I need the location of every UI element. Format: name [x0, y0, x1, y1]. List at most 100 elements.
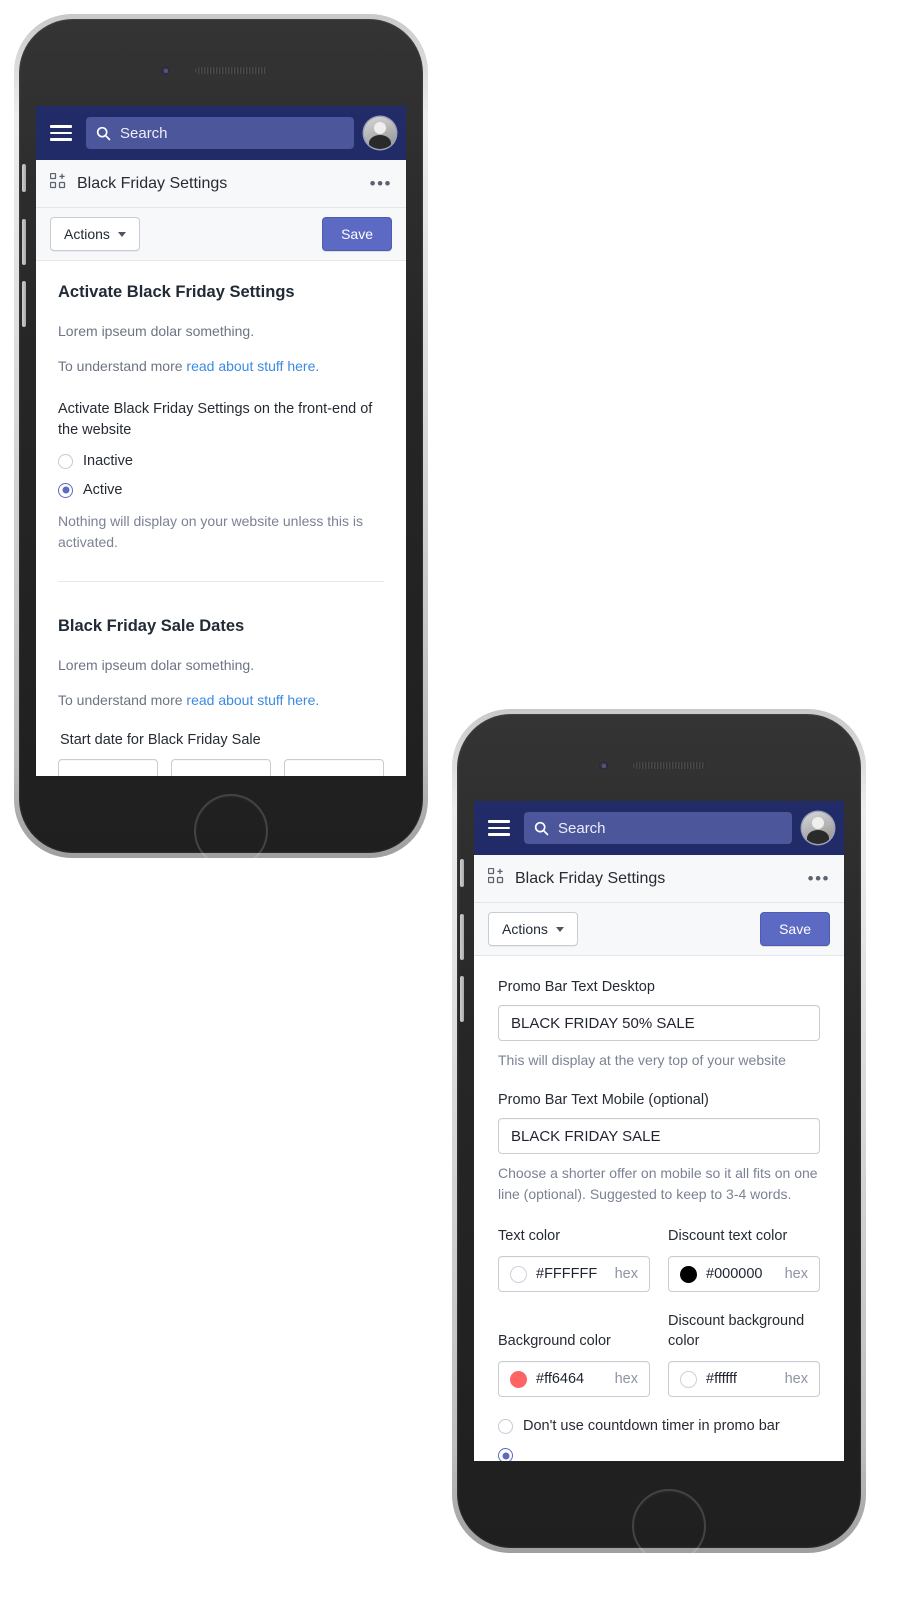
section-activate-black-friday: Activate Black Friday Settings Lorem ips… [58, 283, 384, 582]
avatar[interactable] [364, 117, 396, 149]
date-input-month[interactable] [171, 759, 271, 776]
radio-icon-inactive[interactable] [58, 453, 73, 469]
discount-text-color-label: Discount text color [668, 1228, 788, 1244]
search-input[interactable]: Search [524, 812, 792, 844]
section-understand-line-dates: To understand more read about stuff here… [58, 692, 384, 708]
section-heading: Activate Black Friday Settings [58, 283, 295, 301]
color-swatch-discount-text-color[interactable] [680, 1265, 697, 1283]
phone-one-volume-up-button [22, 219, 26, 265]
promo-desktop-input[interactable]: BLACK FRIDAY 50% SALE [498, 1005, 820, 1041]
promo-mobile-help: Choose a shorter offer on mobile so it a… [498, 1165, 818, 1202]
background-color-hex-suffix: hex [614, 1371, 638, 1387]
field-promo-bar-text-desktop: Promo Bar Text Desktop BLACK FRIDAY 50% … [498, 979, 820, 1070]
discount-text-color-value: #000000 [706, 1266, 763, 1282]
background-color-input[interactable]: #ff6464 hex [498, 1361, 650, 1397]
date-input-day[interactable] [58, 759, 158, 776]
phone-two-home-button[interactable] [632, 1489, 706, 1563]
section-lorem: Lorem ipseum dolar something. [58, 323, 255, 339]
radio-label-active: Active [83, 482, 123, 498]
color-fields-row-one: Text color #FFFFFF hex Discount text col… [498, 1226, 820, 1292]
save-button[interactable]: Save [760, 912, 830, 946]
read-more-link[interactable]: read about stuff here. [186, 358, 319, 374]
promo-mobile-input[interactable]: BLACK FRIDAY SALE [498, 1118, 820, 1154]
color-swatch-text-color[interactable] [510, 1265, 527, 1283]
radio-label-inactive: Inactive [83, 453, 133, 469]
phone-one-volume-down-button [22, 281, 26, 327]
settings-content-two: Promo Bar Text Desktop BLACK FRIDAY 50% … [474, 956, 844, 1461]
promo-desktop-value: BLACK FRIDAY 50% SALE [511, 1014, 695, 1032]
section-divider [58, 581, 384, 582]
phone-one-front-camera-icon [161, 66, 170, 75]
radio-icon-no-countdown[interactable] [498, 1418, 513, 1434]
text-color-input[interactable]: #FFFFFF hex [498, 1256, 650, 1292]
screenshot-stage: Search Black Friday Settings ••• Actions… [0, 0, 900, 1600]
understand-prefix-dates: To understand more [58, 692, 187, 708]
hamburger-menu-icon[interactable] [484, 816, 514, 840]
section-lorem-dates: Lorem ipseum dolar something. [58, 657, 255, 673]
radio-option-next-partial[interactable] [498, 1448, 820, 1461]
apps-grid-icon [49, 172, 66, 194]
section-understand-line: To understand more read about stuff here… [58, 358, 384, 374]
color-swatch-discount-background-color[interactable] [680, 1370, 697, 1388]
actions-button-label: Actions [64, 226, 110, 242]
field-text-color: Text color #FFFFFF hex [498, 1226, 650, 1292]
field-promo-bar-text-mobile: Promo Bar Text Mobile (optional) BLACK F… [498, 1092, 820, 1204]
actions-button[interactable]: Actions [488, 912, 578, 946]
promo-desktop-label: Promo Bar Text Desktop [498, 979, 655, 995]
search-icon [96, 126, 111, 140]
field-label-start-date: Start date for Black Friday Sale [60, 732, 261, 748]
more-options-icon[interactable]: ••• [808, 869, 830, 889]
field-discount-background-color: Discount background color #ffffff hex [668, 1311, 820, 1397]
search-placeholder: Search [558, 819, 606, 837]
save-button-label: Save [341, 226, 373, 242]
field-discount-text-color: Discount text color #000000 hex [668, 1226, 820, 1292]
discount-background-color-value: #ffffff [706, 1371, 737, 1387]
date-input-year[interactable] [284, 759, 384, 776]
phone-one-home-button[interactable] [194, 794, 268, 868]
search-placeholder: Search [120, 124, 168, 142]
radio-icon-active[interactable]: .radio.on::after{width:7px;height:7px;} [58, 482, 73, 498]
app-topbar-two: Search [474, 801, 844, 855]
section-black-friday-sale-dates: Black Friday Sale Dates Lorem ipseum dol… [58, 617, 384, 776]
chevron-down-icon [555, 926, 564, 932]
discount-text-color-hex-suffix: hex [784, 1266, 808, 1282]
apps-grid-icon [487, 867, 504, 889]
app-topbar: Search [36, 106, 406, 160]
text-color-value: #FFFFFF [536, 1266, 598, 1282]
radio-icon-next-partial[interactable] [498, 1448, 513, 1461]
discount-background-color-hex-suffix: hex [784, 1371, 808, 1387]
phone-two-volume-down-button [460, 976, 464, 1022]
discount-background-color-input[interactable]: #ffffff hex [668, 1361, 820, 1397]
save-button[interactable]: Save [322, 217, 392, 251]
page-header-bar-two: Black Friday Settings ••• [474, 855, 844, 903]
text-color-label: Text color [498, 1228, 561, 1244]
field-label: Activate Black Friday Settings on the fr… [58, 401, 373, 438]
radio-option-inactive[interactable]: Inactive [58, 453, 384, 469]
background-color-label: Background color [498, 1333, 611, 1349]
promo-mobile-label: Promo Bar Text Mobile (optional) [498, 1092, 709, 1108]
search-input[interactable]: Search [86, 117, 354, 149]
phone-one-earpiece-speaker [195, 67, 267, 74]
actions-button[interactable]: Actions [50, 217, 140, 251]
phone-two-earpiece-speaker [633, 762, 705, 769]
hamburger-menu-icon[interactable] [46, 121, 76, 145]
phone-two-volume-up-button [460, 914, 464, 960]
read-more-link-dates[interactable]: read about stuff here. [186, 692, 319, 708]
action-bar: Actions Save [36, 208, 406, 261]
avatar[interactable] [802, 812, 834, 844]
more-options-icon[interactable]: ••• [370, 174, 392, 194]
chevron-down-icon [117, 231, 126, 237]
phone-two-mute-switch [460, 859, 464, 887]
discount-text-color-input[interactable]: #000000 hex [668, 1256, 820, 1292]
phone-two-screen: Search Black Friday Settings ••• Actions… [474, 801, 844, 1461]
radio-label-no-countdown: Don't use countdown timer in promo bar [523, 1418, 780, 1434]
date-input-group [58, 759, 384, 776]
understand-prefix: To understand more [58, 358, 187, 374]
phone-two-front-camera-icon [599, 761, 608, 770]
radio-option-no-countdown[interactable]: Don't use countdown timer in promo bar [498, 1418, 820, 1434]
radio-option-active[interactable]: .radio.on::after{width:7px;height:7px;} … [58, 482, 384, 498]
settings-content-one: Activate Black Friday Settings Lorem ips… [36, 261, 406, 776]
color-swatch-background-color[interactable] [510, 1370, 527, 1388]
page-title: Black Friday Settings [77, 174, 228, 192]
discount-background-color-label: Discount background color [668, 1313, 805, 1349]
